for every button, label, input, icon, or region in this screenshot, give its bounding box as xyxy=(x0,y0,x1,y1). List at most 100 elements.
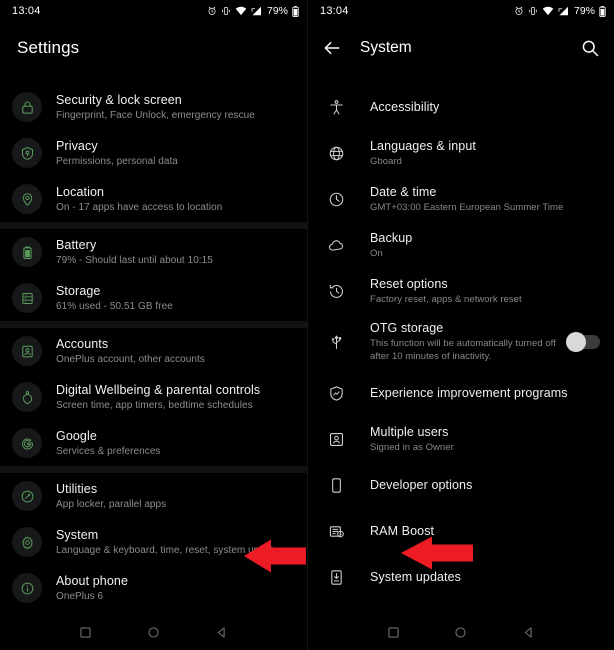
right-phone-screen: 13:04 79% System Accessibility Languages… xyxy=(307,0,614,650)
vibrate-icon xyxy=(528,6,538,16)
item-subtitle: On xyxy=(370,247,383,259)
triangle-back-icon[interactable] xyxy=(215,626,228,639)
settings-item-text: System Language & keyboard, time, reset,… xyxy=(56,528,295,557)
settings-item-text: Digital Wellbeing & parental controls Sc… xyxy=(56,383,295,412)
square-icon[interactable] xyxy=(79,626,92,639)
system-item-text: Date & time GMT+03:00 Eastern European S… xyxy=(370,185,600,214)
system-item-developer-options[interactable]: Developer options xyxy=(308,462,614,508)
usb-icon xyxy=(325,331,347,353)
item-title: Backup xyxy=(370,230,413,245)
item-subtitle: 79% - Should last until about 10:15 xyxy=(56,254,213,266)
system-list[interactable]: Accessibility Languages & input Gboard D… xyxy=(308,84,614,614)
settings-item-text: Utilities App locker, parallel apps xyxy=(56,482,295,511)
status-icon-group: 79% xyxy=(514,5,606,17)
storage-icon xyxy=(12,283,42,313)
system-item-text: Backup On xyxy=(370,231,600,260)
square-icon[interactable] xyxy=(387,626,400,639)
user-box-icon xyxy=(325,428,347,450)
settings-item-storage[interactable]: Storage 61% used - 50.51 GB free xyxy=(0,275,307,321)
item-title: Google xyxy=(56,428,97,443)
system-item-languages[interactable]: Languages & input Gboard xyxy=(308,130,614,176)
item-subtitle: Language & keyboard, time, reset, system… xyxy=(56,544,285,556)
page-title: Settings xyxy=(17,38,80,57)
system-item-text: Languages & input Gboard xyxy=(370,139,600,168)
system-item-date-time[interactable]: Date & time GMT+03:00 Eastern European S… xyxy=(308,176,614,222)
item-subtitle: Permissions, personal data xyxy=(56,155,178,167)
settings-item-battery[interactable]: Battery 79% - Should last until about 10… xyxy=(0,229,307,275)
gear-icon xyxy=(12,527,42,557)
triangle-back-icon[interactable] xyxy=(522,626,535,639)
shield-chart-icon xyxy=(325,382,347,404)
settings-item-privacy[interactable]: Privacy Permissions, personal data xyxy=(0,130,307,176)
info-icon xyxy=(12,573,42,603)
settings-item-system[interactable]: System Language & keyboard, time, reset,… xyxy=(0,519,307,565)
circle-icon[interactable] xyxy=(454,626,467,639)
navigation-bar-right[interactable] xyxy=(308,614,614,650)
settings-item-about-phone[interactable]: About phone OnePlus 6 xyxy=(0,565,307,611)
status-bar-left: 13:04 79% xyxy=(0,0,307,22)
account-icon xyxy=(12,336,42,366)
item-title: Digital Wellbeing & parental controls xyxy=(56,382,261,397)
battery-percent-label: 79% xyxy=(266,5,288,17)
item-title: Accessibility xyxy=(370,99,440,114)
item-subtitle: GMT+03:00 Eastern European Summer Time xyxy=(370,201,564,213)
otg-storage-toggle[interactable] xyxy=(566,332,600,352)
item-title: Accounts xyxy=(56,336,109,351)
settings-item-text: Accounts OnePlus account, other accounts xyxy=(56,337,295,366)
item-subtitle: Screen time, app timers, bedtime schedul… xyxy=(56,399,253,411)
section-divider xyxy=(0,222,307,229)
system-item-ram-boost[interactable]: RAM Boost xyxy=(308,508,614,554)
accessibility-icon xyxy=(325,96,347,118)
dual-screenshot: 13:04 79% Settings Security & lock scree… xyxy=(0,0,614,650)
settings-item-text: Privacy Permissions, personal data xyxy=(56,139,295,168)
circle-icon[interactable] xyxy=(147,626,160,639)
lock-icon xyxy=(12,92,42,122)
settings-item-text: Storage 61% used - 50.51 GB free xyxy=(56,284,295,313)
settings-item-security[interactable]: Security & lock screen Fingerprint, Face… xyxy=(0,84,307,130)
item-subtitle: Services & preferences xyxy=(56,445,161,457)
item-subtitle: Factory reset, apps & network reset xyxy=(370,293,522,305)
item-title: Security & lock screen xyxy=(56,92,182,107)
privacy-icon xyxy=(12,138,42,168)
search-icon[interactable] xyxy=(580,38,600,58)
system-item-system-updates[interactable]: System updates xyxy=(308,554,614,600)
settings-item-utilities[interactable]: Utilities App locker, parallel apps xyxy=(0,473,307,519)
back-arrow-icon[interactable] xyxy=(322,38,342,58)
system-item-backup[interactable]: Backup On xyxy=(308,222,614,268)
item-title: Utilities xyxy=(56,481,98,496)
settings-item-text: Location On - 17 apps have access to loc… xyxy=(56,185,295,214)
settings-item-location[interactable]: Location On - 17 apps have access to loc… xyxy=(0,176,307,222)
system-item-multiple-users[interactable]: Multiple users Signed in as Owner xyxy=(308,416,614,462)
settings-item-accounts[interactable]: Accounts OnePlus account, other accounts xyxy=(0,328,307,374)
alarm-icon xyxy=(207,6,217,16)
item-title: Battery xyxy=(56,237,97,252)
item-subtitle: 61% used - 50.51 GB free xyxy=(56,300,173,312)
settings-item-digital-wellbeing[interactable]: Digital Wellbeing & parental controls Sc… xyxy=(0,374,307,420)
globe-icon xyxy=(325,142,347,164)
system-item-accessibility[interactable]: Accessibility xyxy=(308,84,614,130)
signal-icon xyxy=(251,6,262,16)
system-item-reset-options[interactable]: Reset options Factory reset, apps & netw… xyxy=(308,268,614,314)
alarm-icon xyxy=(514,6,524,16)
google-icon xyxy=(12,428,42,458)
settings-list[interactable]: Security & lock screen Fingerprint, Face… xyxy=(0,84,307,614)
system-item-text: Reset options Factory reset, apps & netw… xyxy=(370,277,600,306)
status-bar-right: 13:04 79% xyxy=(308,0,614,22)
settings-item-google[interactable]: Google Services & preferences xyxy=(0,420,307,466)
navigation-bar-left[interactable] xyxy=(0,614,307,650)
system-item-otg-storage[interactable]: OTG storage This function will be automa… xyxy=(308,314,614,370)
left-phone-screen: 13:04 79% Settings Security & lock scree… xyxy=(0,0,307,650)
wifi-icon xyxy=(235,6,247,16)
item-title: RAM Boost xyxy=(370,523,435,538)
item-subtitle: Fingerprint, Face Unlock, emergency resc… xyxy=(56,109,255,121)
battery-icon xyxy=(12,237,42,267)
item-title: Storage xyxy=(56,283,101,298)
system-item-experience-improvement[interactable]: Experience improvement programs xyxy=(308,370,614,416)
item-title: System updates xyxy=(370,569,462,584)
item-title: Experience improvement programs xyxy=(370,385,568,400)
item-subtitle: On - 17 apps have access to location xyxy=(56,201,223,213)
item-subtitle: OnePlus account, other accounts xyxy=(56,353,205,365)
system-item-text: Developer options xyxy=(370,478,600,493)
wifi-icon xyxy=(542,6,554,16)
item-subtitle: Gboard xyxy=(370,155,402,167)
